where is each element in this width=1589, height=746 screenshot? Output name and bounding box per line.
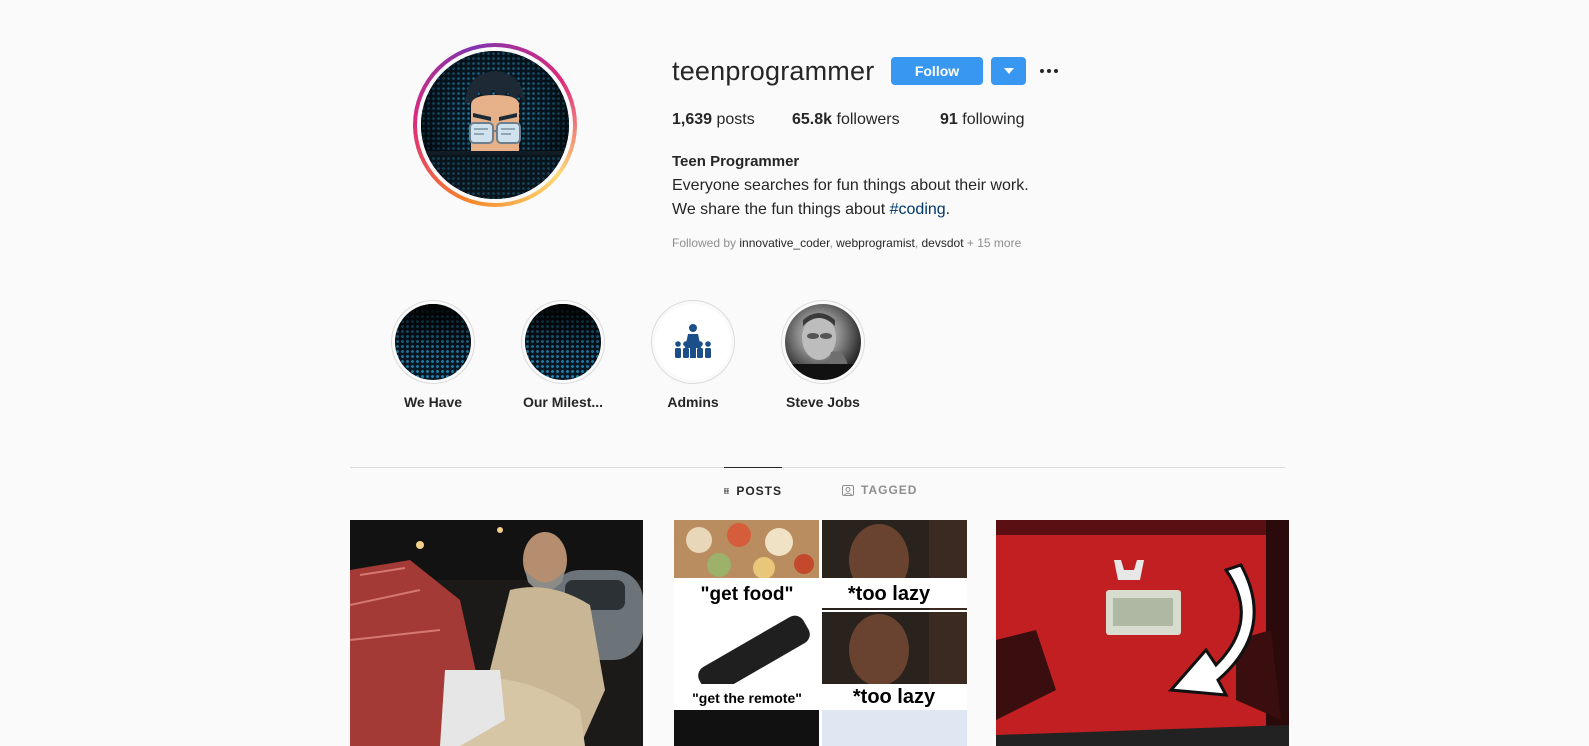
tab-posts[interactable]: POSTS: [724, 467, 782, 514]
follower-account-link[interactable]: webprogramist: [836, 236, 915, 250]
follow-button[interactable]: Follow: [891, 57, 983, 85]
meme-caption: "get the remote": [692, 690, 802, 706]
post-image: [350, 520, 643, 746]
post-thumbnail[interactable]: [996, 520, 1289, 746]
grid-icon: [724, 488, 730, 494]
follower-account-link[interactable]: devsdot: [922, 236, 964, 250]
tab-label: TAGGED: [861, 483, 918, 497]
followers-link[interactable]: 65.8k followers: [792, 111, 900, 129]
post-image: [996, 520, 1289, 746]
following-link[interactable]: 91 following: [940, 111, 1025, 129]
post-thumbnail[interactable]: "get food" *too lazy "get the remote" *t…: [674, 520, 967, 746]
meme-caption: "get food": [701, 584, 794, 605]
highlight-label: Steve Jobs: [786, 394, 860, 410]
highlight-ring: [781, 300, 865, 384]
highlight-label: Our Milest...: [522, 394, 604, 410]
more-options-button[interactable]: [1040, 56, 1064, 84]
tabs-divider: [350, 467, 1285, 468]
chevron-down-icon: [1004, 68, 1014, 74]
profile-avatar[interactable]: [413, 43, 577, 207]
highlight-admins[interactable]: Admins: [645, 300, 741, 410]
avatar-image: [421, 51, 569, 199]
meme-caption: *too lazy: [853, 686, 936, 708]
tab-tagged[interactable]: TAGGED: [842, 467, 917, 513]
admins-group-icon: [675, 324, 711, 358]
ellipsis-icon: [1040, 69, 1044, 73]
post-image: "get food" *too lazy "get the remote" *t…: [674, 520, 967, 746]
highlight-steve-jobs[interactable]: Steve Jobs: [775, 300, 871, 410]
tab-label: POSTS: [736, 484, 782, 498]
tagged-person-icon: [842, 485, 854, 496]
highlight-ring: [391, 300, 475, 384]
highlight-cover: [655, 304, 731, 380]
highlight-label: We Have: [403, 394, 463, 410]
highlight-we-have[interactable]: We Have: [385, 300, 481, 410]
profile-username: teenprogrammer: [672, 56, 875, 86]
posts-count: 1,639 posts: [672, 111, 755, 128]
followed-by[interactable]: Followed by innovative_coder, webprogram…: [672, 236, 1021, 250]
highlight-ring: [651, 300, 735, 384]
follower-account-link[interactable]: innovative_coder: [739, 236, 829, 250]
highlight-cover: [785, 304, 861, 380]
hashtag-link[interactable]: #coding: [890, 201, 946, 218]
highlight-our-milestones[interactable]: Our Milest...: [515, 300, 611, 410]
meme-caption: *too lazy: [848, 583, 931, 605]
highlight-cover: [395, 304, 471, 380]
highlight-ring: [521, 300, 605, 384]
bio-line: We share the fun things about #coding.: [672, 201, 951, 218]
highlight-cover: [525, 304, 601, 380]
followed-by-more[interactable]: + 15 more: [967, 236, 1021, 250]
post-thumbnail[interactable]: [350, 520, 643, 746]
profile-full-name: Teen Programmer: [672, 153, 800, 170]
highlight-label: Admins: [667, 394, 719, 410]
bio-line: Everyone searches for fun things about t…: [672, 177, 1029, 194]
suggested-accounts-button[interactable]: [991, 57, 1026, 85]
